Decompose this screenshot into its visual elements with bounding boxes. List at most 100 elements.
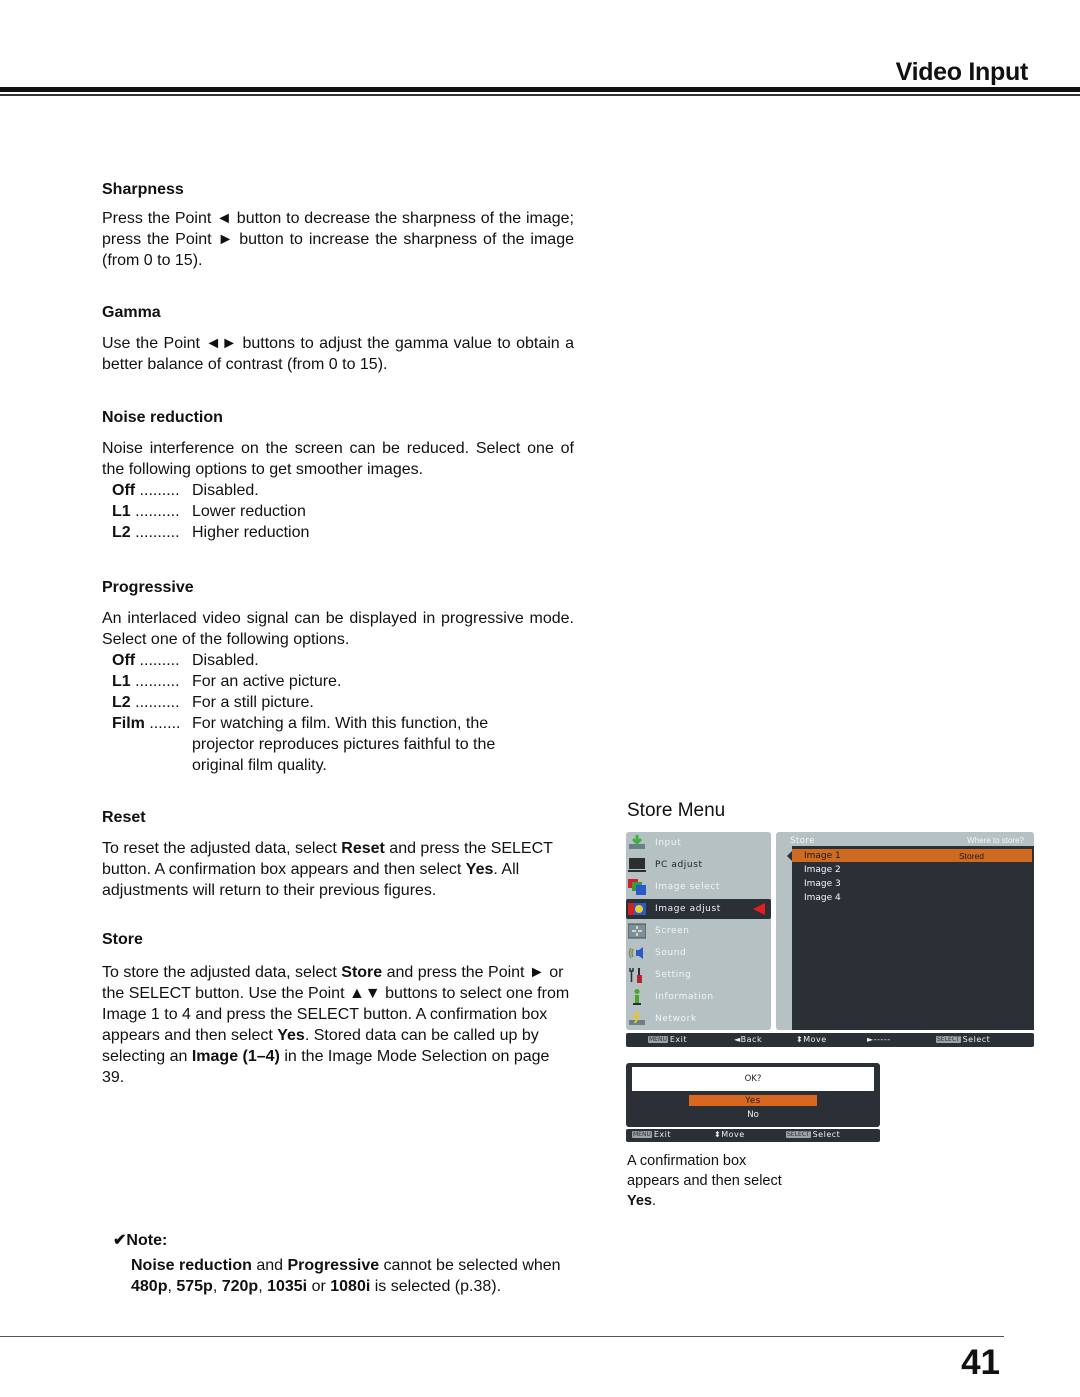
osd-menu-label: Sound bbox=[655, 948, 687, 958]
header-rule-thin bbox=[0, 94, 1080, 96]
option-key: L2 bbox=[112, 524, 131, 541]
option-row: L2 .......... Higher reduction bbox=[112, 522, 574, 543]
text-run: To store the adjusted data, select bbox=[102, 964, 342, 981]
option-desc: Disabled. bbox=[192, 652, 259, 669]
osd-slot-status: Stored bbox=[958, 850, 984, 861]
osd-menu-item-input[interactable]: Input bbox=[626, 833, 771, 853]
option-desc: Higher reduction bbox=[192, 524, 310, 541]
text-run-bold: Store bbox=[341, 964, 383, 981]
osd-menu-item-image-select[interactable]: Image select bbox=[626, 877, 771, 897]
text-run-bold: Reset bbox=[341, 840, 385, 857]
figure-caption: A confirmation box appears and then sele… bbox=[627, 1151, 797, 1211]
osd-slot-image-3[interactable]: Image 3 bbox=[792, 877, 1032, 890]
osd-menu-item-information[interactable]: Information bbox=[626, 987, 771, 1007]
section-heading: Progressive bbox=[102, 579, 194, 596]
osd-slot-label: Image 3 bbox=[804, 878, 841, 889]
information-icon bbox=[628, 989, 646, 1005]
text-run: To reset the adjusted data, select bbox=[102, 840, 342, 857]
osd-guide-select: SELECT Select bbox=[936, 1035, 990, 1044]
osd-guide-move: ⬍Move bbox=[796, 1035, 827, 1044]
option-dots: .......... bbox=[130, 694, 180, 711]
screen-icon bbox=[627, 923, 647, 939]
osd-menu-label: Setting bbox=[655, 970, 692, 980]
section-progressive: Progressive An interlaced video signal c… bbox=[102, 577, 574, 776]
option-desc: For an active picture. bbox=[192, 673, 342, 690]
option-desc: Lower reduction bbox=[192, 503, 306, 520]
input-icon bbox=[628, 835, 646, 851]
select-key-icon: SELECT bbox=[936, 1036, 961, 1043]
option-dots: .......... bbox=[130, 673, 180, 690]
option-row: L2 .......... For a still picture. bbox=[112, 692, 574, 713]
option-desc: For a still picture. bbox=[192, 694, 314, 711]
osd-submenu-hint: Where to store? bbox=[967, 836, 1024, 845]
text-run: , bbox=[212, 1278, 222, 1295]
option-key: L1 bbox=[112, 673, 131, 690]
osd-menu-item-network[interactable]: Network bbox=[626, 1009, 771, 1029]
text-run-bold: Image (1–4) bbox=[191, 1048, 280, 1065]
option-key: Off bbox=[112, 652, 136, 669]
osd-slot-label: Image 1 bbox=[804, 850, 841, 861]
osd-guide-exit: MENU Exit bbox=[648, 1035, 687, 1044]
option-key: L1 bbox=[112, 503, 131, 520]
option-desc: Disabled. bbox=[192, 482, 259, 499]
confirm-yes-button[interactable]: Yes bbox=[689, 1095, 817, 1106]
text-run-bold: 575p bbox=[176, 1278, 213, 1295]
option-key: L2 bbox=[112, 694, 131, 711]
confirm-guide-exit: MENU Exit bbox=[632, 1130, 671, 1139]
section-body: To reset the adjusted data, select Reset… bbox=[102, 838, 574, 901]
option-key: Off bbox=[112, 482, 136, 499]
osd-menu-item-screen[interactable]: Screen bbox=[626, 921, 771, 941]
confirm-guide-bar: MENU Exit ⬍Move SELECT Select bbox=[626, 1129, 880, 1142]
option-dots: .......... bbox=[130, 503, 180, 520]
pointer-arrow-icon bbox=[753, 903, 765, 915]
section-body: Use the Point ◄► buttons to adjust the g… bbox=[102, 335, 574, 373]
option-row: Off ......... Disabled. bbox=[112, 650, 574, 671]
option-key: Film bbox=[112, 715, 145, 732]
confirm-guide-label: Exit bbox=[653, 1130, 672, 1139]
section-body: Press the Point ◄ button to decrease the… bbox=[102, 210, 574, 269]
osd-slot-image-2[interactable]: Image 2 bbox=[792, 863, 1032, 876]
network-icon bbox=[628, 1010, 646, 1027]
option-row: L1 .......... For an active picture. bbox=[112, 671, 574, 692]
confirm-no-button[interactable]: No bbox=[689, 1109, 817, 1121]
osd-menu-item-pc-adjust[interactable]: PC adjust bbox=[626, 855, 771, 875]
text-run: A confirmation box appears and then sele… bbox=[627, 1153, 782, 1189]
osd-slot-image-1[interactable]: Image 1 Stored bbox=[792, 849, 1032, 862]
confirm-question: OK? bbox=[632, 1067, 874, 1091]
page-number: 41 bbox=[961, 1343, 1000, 1382]
section-body: Noise interference on the screen can be … bbox=[102, 440, 574, 478]
option-dots: .......... bbox=[130, 524, 180, 541]
osd-menu-item-image-adjust[interactable]: Image adjust bbox=[626, 899, 771, 919]
note-body: Noise reduction and Progressive cannot b… bbox=[131, 1255, 571, 1297]
osd-menu-item-setting[interactable]: Setting bbox=[626, 965, 771, 985]
option-dots: ....... bbox=[144, 715, 181, 732]
note-heading: ✔Note: bbox=[113, 1232, 168, 1249]
osd-menu-item-sound[interactable]: Sound bbox=[626, 943, 771, 963]
osd-menu-label: Image adjust bbox=[655, 904, 721, 914]
text-run-bold: Yes bbox=[627, 1193, 652, 1209]
footer-rule bbox=[0, 1336, 1004, 1337]
image-select-icon bbox=[628, 879, 646, 895]
osd-menu-label: Information bbox=[655, 992, 714, 1002]
text-run: and bbox=[251, 1257, 288, 1274]
menu-key-icon: MENU bbox=[632, 1131, 652, 1138]
osd-guide-next: ►----- bbox=[867, 1035, 891, 1044]
page-title: Video Input bbox=[895, 58, 1029, 86]
section-heading: Reset bbox=[102, 809, 146, 826]
section-heading: Gamma bbox=[102, 304, 161, 321]
text-run-bold: 720p bbox=[221, 1278, 259, 1295]
section-heading: Noise reduction bbox=[102, 409, 223, 426]
osd-menu-label: Input bbox=[655, 838, 682, 848]
osd-submenu-title: Store bbox=[790, 836, 815, 846]
osd-guide-back: ◄Back bbox=[734, 1035, 763, 1044]
text-run-bold: 1035i bbox=[267, 1278, 308, 1295]
text-run: is selected (p.38). bbox=[370, 1278, 502, 1295]
osd-guide-label: Exit bbox=[669, 1035, 688, 1044]
osd-store-menu: Input PC adjust Image select Image adjus… bbox=[626, 832, 1034, 1048]
section-body: An interlaced video signal can be displa… bbox=[102, 610, 574, 648]
osd-guide-bar: MENU Exit ◄Back ⬍Move ►----- SELECT Select bbox=[626, 1033, 1034, 1047]
osd-menu-label: PC adjust bbox=[655, 860, 703, 870]
header-rule-thick bbox=[0, 87, 1080, 92]
osd-slot-image-4[interactable]: Image 4 bbox=[792, 891, 1032, 904]
osd-menu-label: Network bbox=[655, 1014, 697, 1024]
